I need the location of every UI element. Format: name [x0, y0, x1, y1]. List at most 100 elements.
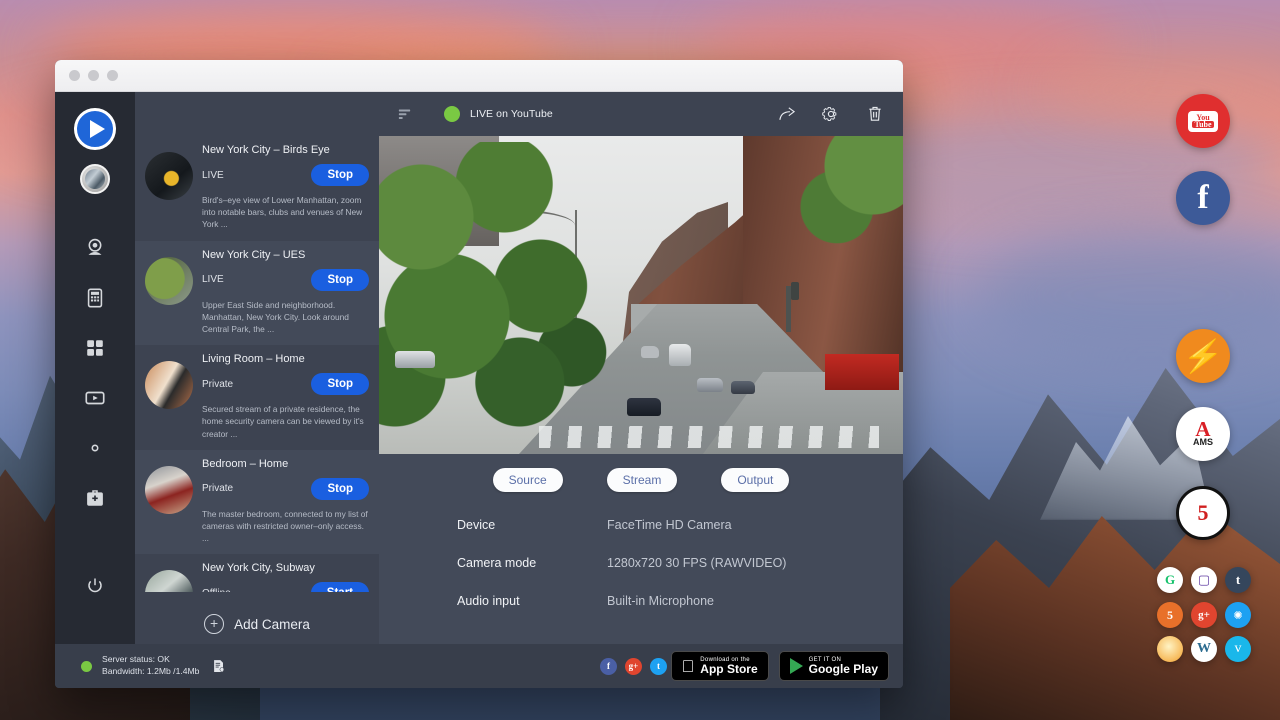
avatar[interactable]: [80, 164, 110, 194]
webcam-icon: [84, 237, 106, 259]
desktop: New York City – Birds Eye LIVE Stop Bird's–…: [0, 0, 1280, 720]
sidebar-item-devices[interactable]: [75, 278, 115, 318]
close-button[interactable]: [69, 70, 80, 81]
camera-thumbnail: [145, 257, 193, 305]
camera-description: Bird's–eye view of Lower Manhattan, zoom…: [202, 194, 369, 231]
camera-thumbnail: [145, 152, 193, 200]
tab-stream[interactable]: Stream: [607, 468, 678, 492]
camera-list-item[interactable]: Living Room – HomePrivateStopSecured str…: [135, 345, 379, 450]
cloud-streak: [1040, 60, 1280, 120]
google-play-badge[interactable]: GET IT ON Google Play: [779, 651, 889, 681]
store-badges:  Download on the App Store GET IT ON Go…: [671, 651, 889, 681]
sort-icon[interactable]: [397, 107, 412, 122]
tab-output[interactable]: Output: [721, 468, 789, 492]
youtube-tube: Tube: [1192, 121, 1213, 128]
delete-button[interactable]: [865, 104, 885, 124]
window-body: New York City – Birds Eye LIVE Stop Bird's–…: [55, 92, 903, 644]
plus-icon: +: [204, 614, 224, 634]
mode-tabs: Source Stream Output: [379, 454, 903, 496]
googleplus-icon[interactable]: g+: [625, 658, 642, 675]
camera-title: Bedroom – Home: [202, 458, 369, 470]
main-toolbar: LIVE on YouTube: [379, 92, 903, 136]
tumblr-glyph: t: [1236, 572, 1240, 588]
youtube-dock-icon[interactable]: You Tube: [1176, 94, 1230, 148]
camera-action-button[interactable]: Stop: [311, 164, 369, 186]
play-icon: [90, 120, 105, 138]
twitch-dock-icon[interactable]: ▢: [1191, 567, 1217, 593]
power-button[interactable]: [75, 566, 115, 606]
car: [731, 381, 755, 394]
five-glyph: 5: [1198, 500, 1209, 526]
document-log-icon[interactable]: [211, 658, 226, 674]
camera-thumbnail: [145, 570, 193, 592]
tree-right: [789, 136, 903, 250]
camera-description: Secured stream of a private residence, t…: [202, 403, 369, 440]
wordpress-glyph: W: [1197, 641, 1211, 657]
camera-list-item[interactable]: Bedroom – HomePrivateStopThe master bedr…: [135, 450, 379, 555]
gear-icon: [84, 437, 106, 459]
add-camera-label: Add Camera: [234, 617, 310, 632]
twitter-icon[interactable]: t: [650, 658, 667, 675]
adobe-a-glyph: A: [1195, 421, 1210, 439]
sidebar-item-dashboard[interactable]: [75, 328, 115, 368]
info-label: Camera mode: [457, 556, 607, 570]
sun-dock-icon[interactable]: [1157, 636, 1183, 662]
minimize-button[interactable]: [88, 70, 99, 81]
application-window: New York City – Birds Eye LIVE Stop Bird's–…: [55, 60, 903, 688]
window-titlebar: [55, 60, 903, 92]
ams-label: AMS: [1193, 438, 1213, 447]
settings-button[interactable]: [821, 104, 841, 124]
tab-source[interactable]: Source: [493, 468, 563, 492]
camera-title: New York City – UES: [202, 249, 369, 261]
share-button[interactable]: [777, 104, 797, 124]
trees-left: [379, 142, 629, 442]
camera-action-button[interactable]: Stop: [311, 478, 369, 500]
camera-thumbnail: [145, 466, 193, 514]
grammarly-dock-icon[interactable]: G: [1157, 567, 1183, 593]
camera-action-button[interactable]: Stop: [311, 373, 369, 395]
five-dock-icon[interactable]: 5: [1157, 602, 1183, 628]
app-logo[interactable]: [74, 108, 116, 150]
youtube-glyph: You Tube: [1188, 111, 1218, 132]
vimeo-glyph: v: [1235, 641, 1242, 657]
info-row: Camera mode1280x720 30 FPS (RAWVIDEO): [457, 556, 903, 570]
five-target-dock-icon[interactable]: 5: [1176, 486, 1230, 540]
facebook-dock-icon[interactable]: f: [1176, 171, 1230, 225]
sidebar-item-cameras[interactable]: [75, 228, 115, 268]
video-preview[interactable]: [379, 136, 903, 454]
camera-thumbnail: [145, 361, 193, 409]
tumblr-dock-icon[interactable]: t: [1225, 567, 1251, 593]
camera-state: LIVE: [202, 170, 224, 181]
camera-action-button[interactable]: Start: [311, 582, 369, 592]
camera-title: New York City – Birds Eye: [202, 144, 369, 156]
sidebar-item-support[interactable]: [75, 478, 115, 518]
server-status-line: Server status: OK: [102, 654, 170, 664]
adobe-ams-dock-icon[interactable]: A AMS: [1176, 407, 1230, 461]
google-play-big: Google Play: [809, 663, 878, 676]
googleplus-dock-icon[interactable]: g+: [1191, 602, 1217, 628]
sidebar-rail: [55, 92, 135, 644]
camera-state: Private: [202, 483, 233, 494]
camera-state: LIVE: [202, 274, 224, 285]
camera-list-item[interactable]: New York City, SubwayOfflineStartNew Yor…: [135, 554, 379, 592]
info-value: Built-in Microphone: [607, 594, 714, 608]
vimeo-dock-icon[interactable]: v: [1225, 636, 1251, 662]
twitter-dock-icon[interactable]: ✺: [1225, 602, 1251, 628]
facebook-icon[interactable]: f: [600, 658, 617, 675]
camera-list-item[interactable]: New York City – UESLIVEStopUpper East Si…: [135, 241, 379, 346]
wordpress-dock-icon[interactable]: W: [1191, 636, 1217, 662]
twitch-glyph: ▢: [1198, 572, 1210, 588]
sidebar-item-broadcast[interactable]: [75, 378, 115, 418]
maximize-button[interactable]: [107, 70, 118, 81]
car: [395, 351, 435, 368]
grid-icon: [84, 337, 106, 359]
main-panel: LIVE on YouTube: [379, 92, 903, 644]
camera-list-item[interactable]: New York City – Birds Eye LIVE Stop Bird's–…: [135, 136, 379, 241]
device-info-table: DeviceFaceTime HD CameraCamera mode1280x…: [379, 496, 903, 632]
app-store-badge[interactable]:  Download on the App Store: [671, 651, 769, 681]
wowza-dock-icon[interactable]: ⚡: [1176, 329, 1230, 383]
info-label: Device: [457, 518, 607, 532]
camera-action-button[interactable]: Stop: [311, 269, 369, 291]
sidebar-item-settings[interactable]: [75, 428, 115, 468]
add-camera-button[interactable]: + Add Camera: [135, 592, 379, 644]
